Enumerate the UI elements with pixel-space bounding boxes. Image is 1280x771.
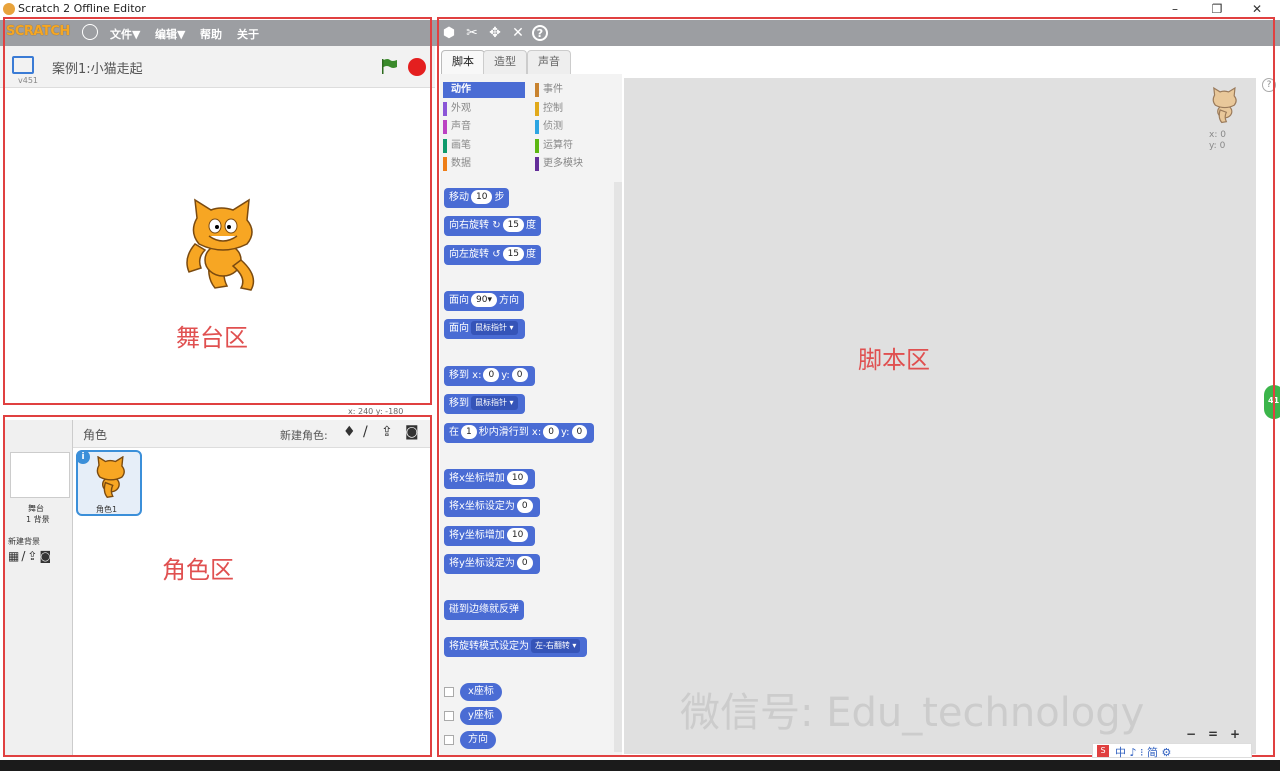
close-button[interactable]: ✕ xyxy=(1242,0,1272,18)
ime-toolbar[interactable]: S 中 ♪ ⁝ 简 ⚙ xyxy=(1092,743,1252,759)
ime-status: 中 ♪ ⁝ 简 ⚙ xyxy=(1115,746,1172,759)
taskbar xyxy=(0,760,1280,771)
app-icon xyxy=(3,3,15,15)
window-title-bar: Scratch 2 Offline Editor – ❐ ✕ xyxy=(0,0,1280,18)
sprite-zone-label: 角色区 xyxy=(162,556,234,584)
sprite-zone-outline xyxy=(3,415,432,757)
restore-button[interactable]: ❐ xyxy=(1202,0,1232,18)
stage-zone-label: 舞台区 xyxy=(176,324,248,352)
minimize-button[interactable]: – xyxy=(1160,0,1190,18)
script-zone-outline xyxy=(437,17,1275,757)
ime-logo-icon: S xyxy=(1097,745,1109,757)
window-title: Scratch 2 Offline Editor xyxy=(18,2,146,15)
